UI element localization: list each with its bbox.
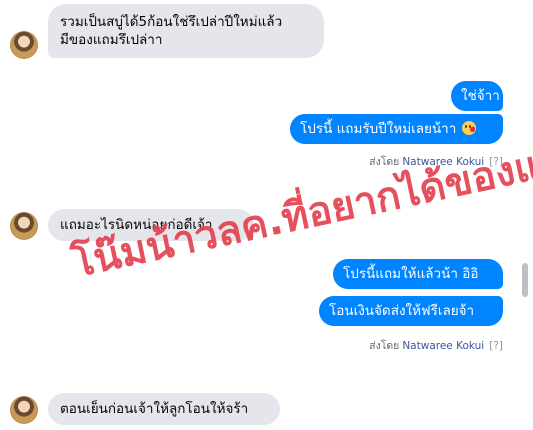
- incoming-message: ตอนเย็นก่อนเจ้าให้ลูกโอนให้จร้า: [48, 393, 280, 425]
- outgoing-message: โปรนี้ แถมรับปีใหม่เลยน้าา: [290, 114, 503, 144]
- scrollbar-thumb[interactable]: [522, 263, 528, 297]
- message-text: โอนเงินจัดส่งให้ฟรีเลยจ้า: [329, 303, 475, 319]
- incoming-message: รวมเป็นสบู่ได้5ก้อนใช่รึเปล่าปีใหม่แล้ว …: [48, 4, 324, 58]
- seen-prefix: ส่งโดย: [369, 156, 400, 168]
- outgoing-message: ใช่จ้าา: [451, 81, 503, 111]
- help-link[interactable]: [?]: [489, 340, 503, 352]
- outgoing-message: โปรนี้แถมให้แล้วน้า อิอิ: [333, 259, 503, 289]
- message-text: ตอนเย็นก่อนเจ้าให้ลูกโอนให้จร้า: [60, 401, 249, 417]
- sender-name-link[interactable]: Natwaree Kokui: [402, 340, 484, 352]
- kissing-heart-emoji-icon: [461, 121, 476, 135]
- sender-name-link[interactable]: Natwaree Kokui: [402, 156, 484, 168]
- message-text: โปรนี้ แถมรับปีใหม่เลยน้าา: [300, 121, 457, 137]
- contact-avatar[interactable]: [10, 396, 38, 424]
- message-line: มีของแถมรึเปล่าา: [60, 32, 163, 48]
- outgoing-message: โอนเงินจัดส่งให้ฟรีเลยจ้า: [319, 296, 503, 326]
- seen-receipt: ส่งโดย Natwaree Kokui [?]: [369, 153, 503, 170]
- message-text: โปรนี้แถมให้แล้วน้า อิอิ: [343, 266, 479, 282]
- contact-avatar[interactable]: [10, 31, 38, 59]
- message-line: รวมเป็นสบู่ได้5ก้อนใช่รึเปล่าปีใหม่แล้ว: [60, 14, 283, 30]
- message-text: แถมอะไรนิดหน่อยก่อดีเจ้า: [60, 217, 213, 233]
- contact-avatar[interactable]: [10, 212, 38, 240]
- message-text: ใช่จ้าา: [461, 88, 500, 104]
- help-link[interactable]: [?]: [489, 156, 503, 168]
- incoming-message: แถมอะไรนิดหน่อยก่อดีเจ้า: [48, 209, 254, 241]
- chat-thread: รวมเป็นสบู่ได้5ก้อนใช่รึเปล่าปีใหม่แล้ว …: [0, 0, 533, 430]
- seen-prefix: ส่งโดย: [369, 340, 400, 352]
- seen-receipt: ส่งโดย Natwaree Kokui [?]: [369, 337, 503, 354]
